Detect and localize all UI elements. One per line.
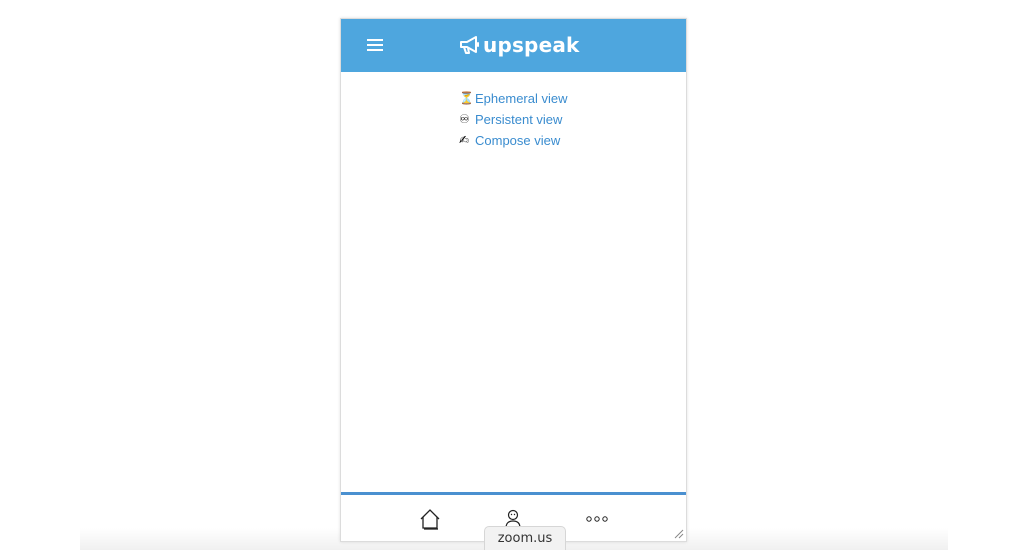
writing-hand-icon: ✍ <box>459 133 470 147</box>
hourglass-icon: ⏳ <box>459 91 474 105</box>
compose-view-link[interactable]: ✍ Compose view <box>459 130 568 151</box>
app-window: upspeak ⏳ Ephemeral view ♾ Persistent vi… <box>340 18 687 542</box>
more-button[interactable] <box>585 507 609 531</box>
hamburger-menu-icon[interactable] <box>365 36 387 54</box>
persistent-view-link[interactable]: ♾ Persistent view <box>459 109 568 130</box>
home-icon <box>420 509 440 530</box>
screen: upspeak ⏳ Ephemeral view ♾ Persistent vi… <box>0 0 1028 550</box>
home-button[interactable] <box>417 507 443 531</box>
compose-view-label: Compose view <box>475 133 561 148</box>
app-header: upspeak <box>341 19 686 72</box>
resize-handle-icon[interactable] <box>672 527 684 539</box>
brand-name: upspeak <box>483 33 580 57</box>
persistent-view-label: Persistent view <box>475 112 563 127</box>
ephemeral-view-label: Ephemeral view <box>475 91 568 106</box>
infinity-icon: ♾ <box>459 112 470 126</box>
ephemeral-view-link[interactable]: ⏳ Ephemeral view <box>459 88 568 109</box>
brand-logo[interactable]: upspeak <box>459 32 580 58</box>
view-links-list: ⏳ Ephemeral view ♾ Persistent view ✍ Com… <box>459 88 568 151</box>
more-icon <box>586 516 608 522</box>
megaphone-icon <box>460 36 479 54</box>
zoom-share-tag[interactable]: zoom.us <box>484 526 566 550</box>
